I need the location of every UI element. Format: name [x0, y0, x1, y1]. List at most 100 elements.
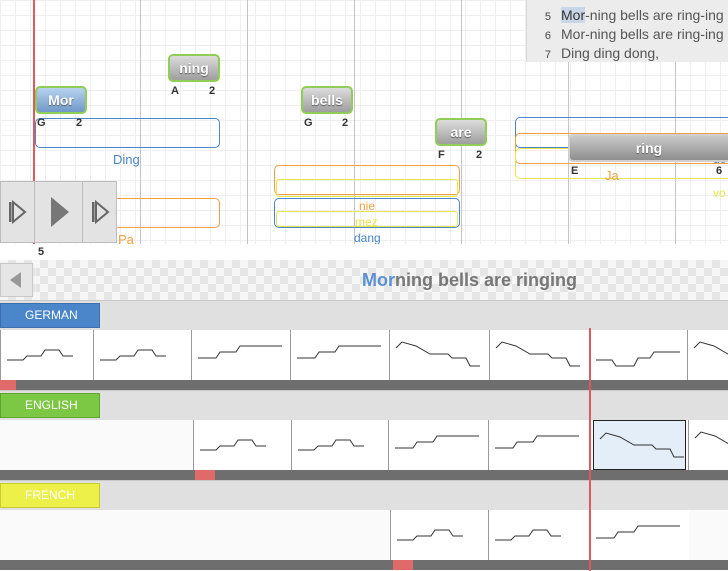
pitch-contour-line — [694, 431, 728, 445]
phrase-segment[interactable] — [389, 330, 489, 380]
position-marker[interactable] — [393, 560, 413, 570]
line-number: 7 — [544, 49, 551, 61]
note-duration: 2 — [476, 149, 483, 161]
note-duration: 2 — [209, 85, 216, 97]
pitch-contour-graphic — [297, 345, 381, 359]
track-header-german: GERMAN — [0, 300, 728, 330]
phrase-segment[interactable] — [290, 330, 389, 380]
phrase-segment[interactable] — [291, 420, 388, 470]
step-forward-icon — [92, 199, 110, 225]
pitch-contour-graphic — [694, 431, 728, 445]
german-track-lane[interactable] — [0, 330, 728, 380]
german-lyric-dang: dang — [354, 231, 381, 244]
note-duration: 2 — [76, 117, 83, 129]
skip-start-icon — [9, 199, 27, 225]
english-track-lane[interactable] — [0, 420, 728, 470]
french-track-button[interactable]: FRENCH — [0, 483, 100, 508]
english-phrase-box[interactable] — [276, 179, 458, 197]
pitch-contour-graphic — [198, 345, 282, 359]
note-pitch: A — [171, 85, 179, 97]
pitch-contour-graphic — [599, 432, 684, 458]
phrase-segment[interactable] — [589, 510, 689, 560]
skip-to-start-button[interactable] — [1, 182, 35, 242]
pitch-contour-graphic — [495, 435, 579, 449]
lyrics-line[interactable]: 7 Ding ding dong, — [527, 45, 659, 61]
note-pitch: F — [438, 149, 445, 161]
lyrics-line[interactable]: 6 Mor-ning bells are ring-ing — [527, 26, 724, 42]
note-mor[interactable]: Mor — [35, 86, 87, 114]
line-number: 6 — [544, 30, 551, 42]
pitch-contour-graphic — [395, 341, 480, 367]
pitch-contour-line — [596, 351, 680, 367]
step-forward-button[interactable] — [83, 182, 117, 242]
track-playhead[interactable] — [589, 328, 591, 571]
pitch-contour-graphic — [596, 525, 680, 539]
phrase-segment[interactable] — [488, 420, 588, 470]
phrase-segment[interactable] — [589, 330, 687, 380]
phrase-segment[interactable] — [193, 420, 291, 470]
phrase-segment[interactable] — [593, 420, 686, 470]
phrase-segment[interactable] — [687, 330, 728, 380]
note-bells[interactable]: bells — [301, 86, 353, 114]
pitch-contour-graphic — [495, 529, 561, 541]
german-timeline-bar — [0, 380, 728, 390]
german-phrase-box[interactable] — [35, 118, 220, 148]
lyrics-line[interactable] — [527, 0, 561, 7]
play-icon — [51, 197, 69, 227]
phrase-segment[interactable] — [488, 510, 588, 560]
pitch-contour-line — [297, 345, 381, 359]
french-lyric-nie: nie — [359, 199, 376, 213]
pitch-contour-line — [495, 435, 579, 449]
english-lyric-vo: vo — [713, 186, 726, 200]
pitch-contour-line — [198, 345, 282, 359]
english-lyric-mez: mez — [355, 215, 378, 229]
note-pitch: G — [37, 117, 46, 129]
highlighted-syllable: Mor — [561, 7, 586, 23]
pitch-contour-graphic — [298, 439, 364, 451]
phrase-segment[interactable] — [93, 330, 191, 380]
pitch-contour-graphic — [596, 351, 680, 367]
note-are[interactable]: are — [435, 118, 487, 146]
transport-controls — [0, 181, 117, 243]
play-button[interactable] — [35, 182, 83, 242]
english-track-button[interactable]: ENGLISH — [0, 393, 100, 418]
pitch-contour-line — [495, 529, 561, 541]
german-lyric-ding: Ding — [113, 152, 140, 167]
pitch-contour-graphic — [200, 439, 266, 451]
chevron-left-icon — [10, 272, 21, 288]
phrase-segment[interactable] — [191, 330, 290, 380]
pitch-contour-line — [395, 341, 480, 367]
pitch-contour-line — [596, 525, 680, 539]
phrase-segment[interactable] — [388, 420, 488, 470]
note-duration: 2 — [342, 117, 349, 129]
phrase-segment[interactable] — [688, 420, 728, 470]
pitch-contour-graphic — [397, 529, 463, 541]
pitch-contour-line — [100, 349, 166, 361]
note-duration: 6 — [716, 165, 723, 177]
lyrics-line-current[interactable]: 5 Mor-ning bells are ring-ing — [527, 7, 724, 23]
pitch-contour-line — [298, 439, 364, 451]
pitch-contour-line — [7, 349, 73, 361]
phrase-segment[interactable] — [489, 330, 589, 380]
position-marker[interactable] — [0, 380, 16, 390]
current-lyric-line: Morning bells are ringing — [362, 270, 577, 291]
pitch-contour-line — [693, 341, 728, 355]
french-track-lane[interactable] — [0, 510, 728, 560]
french-lyric-ja: Ja — [605, 168, 619, 183]
unsung-portion: ning bells are ringing — [395, 270, 578, 290]
previous-line-button[interactable] — [0, 263, 33, 297]
german-track-button[interactable]: GERMAN — [0, 303, 100, 328]
phrase-segment[interactable] — [0, 330, 93, 380]
note-ning[interactable]: ning — [168, 54, 220, 82]
measure-number: 5 — [38, 246, 45, 258]
phrase-segment[interactable] — [390, 510, 488, 560]
note-ring[interactable]: ring — [568, 134, 728, 162]
position-marker[interactable] — [195, 470, 215, 480]
measure-ruler: 5 — [0, 244, 728, 260]
sung-portion: Mor — [362, 270, 395, 290]
pitch-contour-graphic — [395, 435, 479, 449]
lyrics-list[interactable]: 5 Mor-ning bells are ring-ing 6 Mor-ning b… — [526, 0, 728, 62]
pitch-contour-line — [200, 439, 266, 451]
french-lyric-pa: Pa — [118, 232, 134, 244]
note-pitch: G — [304, 117, 313, 129]
